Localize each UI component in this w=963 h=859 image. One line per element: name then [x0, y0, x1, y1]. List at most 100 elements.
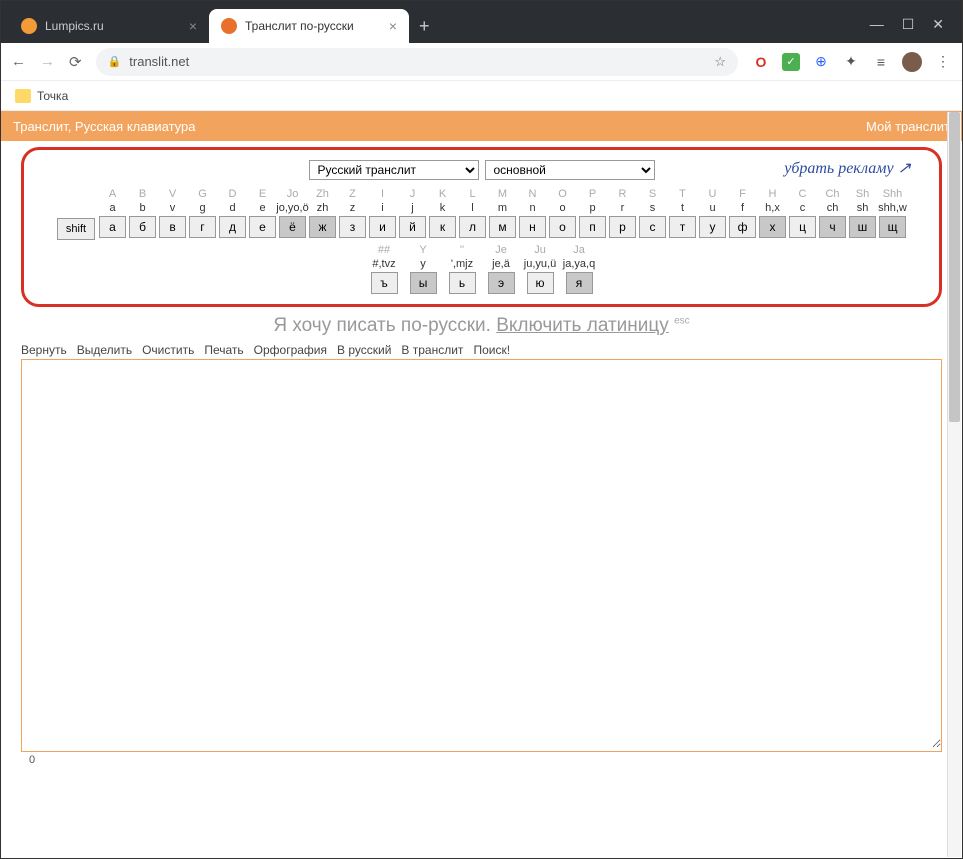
toolbar-link[interactable]: Поиск!	[473, 343, 510, 357]
window-maximize-icon[interactable]: ☐	[902, 16, 915, 33]
toolbar-link[interactable]: Печать	[204, 343, 243, 357]
remove-ads-link[interactable]: убрать рекламу ↗	[784, 158, 911, 178]
folder-icon	[15, 89, 31, 103]
virtual-key[interactable]: м	[489, 216, 516, 238]
virtual-key[interactable]: й	[399, 216, 426, 238]
virtual-key[interactable]: б	[129, 216, 156, 238]
window-minimize-icon[interactable]: —	[870, 16, 884, 33]
key-column: Mmм	[489, 188, 516, 238]
bookmark-item[interactable]: Точка	[37, 89, 68, 103]
virtual-key[interactable]: е	[249, 216, 276, 238]
virtual-key[interactable]: и	[369, 216, 396, 238]
virtual-key[interactable]: ф	[729, 216, 756, 238]
key-column: Ooо	[549, 188, 576, 238]
key-lower-label: c	[800, 202, 806, 216]
browser-tab[interactable]: Транслит по-русски×	[209, 9, 409, 43]
tab-close-icon[interactable]: ×	[389, 18, 397, 34]
nav-forward-icon[interactable]: →	[40, 53, 55, 70]
site-header: Транслит, Русская клавиатура Мой трансли…	[1, 111, 962, 141]
key-upper-label: D	[229, 188, 237, 202]
virtual-key[interactable]: л	[459, 216, 486, 238]
key-lower-label: ',mjz	[451, 258, 473, 272]
virtual-key[interactable]: ж	[309, 216, 336, 238]
virtual-key[interactable]: з	[339, 216, 366, 238]
key-upper-label: C	[799, 188, 807, 202]
new-tab-button[interactable]: +	[409, 16, 440, 43]
ext-globe-icon[interactable]: ⊕	[812, 53, 830, 71]
virtual-key[interactable]: х	[759, 216, 786, 238]
main-textarea[interactable]	[22, 360, 941, 748]
scroll-thumb[interactable]	[949, 112, 960, 422]
virtual-key[interactable]: ю	[527, 272, 554, 294]
star-icon[interactable]: ☆	[714, 54, 726, 70]
toolbar-link[interactable]: Выделить	[77, 343, 132, 357]
key-column: Jojo,yo,öё	[279, 188, 306, 238]
key-column: Ffф	[729, 188, 756, 238]
ext-opera-icon[interactable]: O	[752, 53, 770, 71]
key-lower-label: ju,yu,ü	[524, 258, 556, 272]
virtual-key[interactable]: я	[566, 272, 593, 294]
virtual-key[interactable]: а	[99, 216, 126, 238]
key-upper-label: L	[469, 188, 475, 202]
browser-tab[interactable]: Lumpics.ru×	[9, 9, 209, 43]
virtual-key[interactable]: п	[579, 216, 606, 238]
virtual-key[interactable]: ы	[410, 272, 437, 294]
tab-close-icon[interactable]: ×	[189, 18, 197, 34]
nav-reload-icon[interactable]: ⟳	[69, 53, 82, 71]
header-right-link[interactable]: Мой транслит	[866, 119, 950, 134]
key-column: Hh,xх	[759, 188, 786, 238]
toolbar-link[interactable]: Очистить	[142, 343, 194, 357]
page-scrollbar[interactable]	[947, 112, 961, 857]
toolbar-link[interactable]: В русский	[337, 343, 391, 357]
virtual-key[interactable]: т	[669, 216, 696, 238]
virtual-key[interactable]: ч	[819, 216, 846, 238]
toolbar-link[interactable]: Вернуть	[21, 343, 67, 357]
url-input[interactable]: 🔒 translit.net ☆	[96, 48, 738, 76]
key-column: Eeе	[249, 188, 276, 238]
nav-back-icon[interactable]: ←	[11, 53, 26, 70]
language-select[interactable]: Русский транслит	[309, 160, 479, 180]
key-column: Ddд	[219, 188, 246, 238]
key-column: Ccц	[789, 188, 816, 238]
key-upper-label: ##	[378, 244, 390, 258]
key-upper-label: N	[529, 188, 537, 202]
key-column: Juju,yu,üю	[522, 244, 558, 294]
virtual-key[interactable]: щ	[879, 216, 906, 238]
profile-avatar[interactable]	[902, 52, 922, 72]
key-lower-label: sh	[857, 202, 869, 216]
virtual-key[interactable]: с	[639, 216, 666, 238]
key-column: Chchч	[819, 188, 846, 238]
virtual-key[interactable]: э	[488, 272, 515, 294]
key-lower-label: b	[139, 202, 145, 216]
shift-key[interactable]: shift	[57, 218, 95, 240]
virtual-key[interactable]: ш	[849, 216, 876, 238]
key-lower-label: shh,w	[878, 202, 907, 216]
key-column: Jeje,äэ	[483, 244, 519, 294]
virtual-key[interactable]: ъ	[371, 272, 398, 294]
virtual-key[interactable]: г	[189, 216, 216, 238]
key-column: Zhzhж	[309, 188, 336, 238]
virtual-key[interactable]: д	[219, 216, 246, 238]
virtual-key[interactable]: р	[609, 216, 636, 238]
virtual-key[interactable]: ь	[449, 272, 476, 294]
toolbar-link[interactable]: Орфография	[254, 343, 327, 357]
virtual-key[interactable]: в	[159, 216, 186, 238]
switch-latin-link[interactable]: Включить латиницу	[496, 315, 669, 336]
virtual-key[interactable]: н	[519, 216, 546, 238]
window-close-icon[interactable]: ✕	[932, 16, 944, 33]
virtual-key[interactable]: к	[429, 216, 456, 238]
esc-hint: esc	[674, 316, 690, 327]
key-column: Jjй	[399, 188, 426, 238]
key-lower-label: u	[709, 202, 715, 216]
virtual-key[interactable]: у	[699, 216, 726, 238]
mode-select[interactable]: основной	[485, 160, 655, 180]
ext-playlist-icon[interactable]: ≡	[872, 53, 890, 71]
browser-menu-icon[interactable]: ⋮	[934, 53, 952, 71]
ext-check-icon[interactable]: ✓	[782, 53, 800, 71]
virtual-key[interactable]: ё	[279, 216, 306, 238]
header-left-text[interactable]: Транслит, Русская клавиатура	[13, 119, 196, 134]
virtual-key[interactable]: ц	[789, 216, 816, 238]
ext-puzzle-icon[interactable]: ✦	[842, 53, 860, 71]
toolbar-link[interactable]: В транслит	[401, 343, 463, 357]
virtual-key[interactable]: о	[549, 216, 576, 238]
